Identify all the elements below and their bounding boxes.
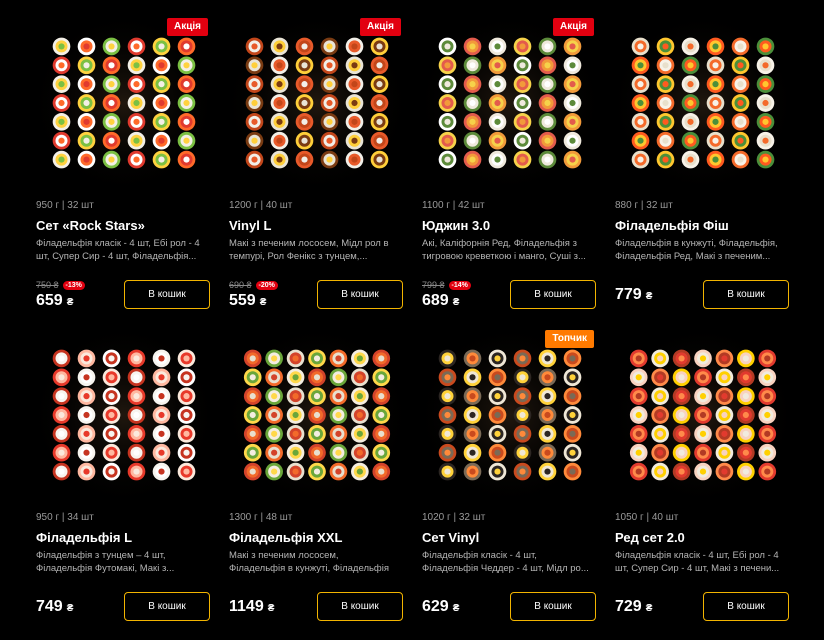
product-card[interactable]: 1050 г | 40 шт Ред сет 2.0 Філадельфія кла… [615, 330, 791, 630]
weight-count: 950 г | 32 шт [36, 200, 94, 211]
add-to-cart-button[interactable]: В кошик [317, 280, 403, 309]
product-description: Філадельфія класік - 4 шт, Ебі рол - 4 ш… [615, 550, 780, 574]
add-to-cart-button[interactable]: В кошик [124, 280, 210, 309]
currency-symbol: ₴ [645, 603, 653, 614]
price: 629 ₴ [422, 598, 460, 615]
product-card[interactable]: 950 г | 34 шт Філадельфія L Філадельфія з … [36, 330, 212, 630]
currency-symbol: ₴ [259, 297, 267, 308]
product-name[interactable]: Філадельфія Фіш [615, 218, 729, 233]
price: 689 ₴ [422, 292, 460, 309]
product-image[interactable] [229, 330, 405, 500]
promo-badge: Топчик [545, 330, 594, 348]
price: 559 ₴ [229, 292, 267, 309]
price: 659 ₴ [36, 292, 74, 309]
sushi-set-image [615, 18, 791, 188]
product-card[interactable]: Акція 1100 г | 42 шт Юджин 3.0 Акі, Каліфор… [422, 18, 598, 318]
product-card[interactable]: 880 г | 32 шт Філадельфія Фіш Філадельфія … [615, 18, 791, 318]
add-to-cart-button[interactable]: В кошик [124, 592, 210, 621]
weight-count: 1020 г | 32 шт [422, 512, 486, 523]
promo-badge: Акція [167, 18, 208, 36]
old-price-row: 750 ₴ -13% [36, 280, 85, 290]
sushi-set-image [422, 18, 598, 188]
product-name[interactable]: Філадельфія XXL [229, 530, 342, 545]
promo-badge: Акція [360, 18, 401, 36]
old-price-row: 799 ₴ -14% [422, 280, 471, 290]
old-price-row: 690 ₴ -20% [229, 280, 278, 290]
price: 779 ₴ [615, 286, 653, 303]
product-image[interactable] [422, 18, 598, 188]
currency-symbol: ₴ [267, 603, 275, 614]
sushi-set-image [422, 330, 598, 500]
add-to-cart-button[interactable]: В кошик [703, 280, 789, 309]
product-name[interactable]: Vinyl L [229, 218, 271, 233]
product-description: Філадельфія класік - 4 шт, Філадельфія Ч… [422, 550, 589, 574]
add-to-cart-button[interactable]: В кошик [317, 592, 403, 621]
product-description: Макі з печеним лососем, Мідл рол в темпу… [229, 238, 389, 262]
discount-badge: -20% [255, 280, 278, 290]
product-card[interactable]: Акція 1200 г | 40 шт Vinyl L Макі з печеним… [229, 18, 405, 318]
price: 729 ₴ [615, 598, 653, 615]
product-card[interactable]: 1300 г | 48 шт Філадельфія XXL Макі з пече… [229, 330, 405, 630]
product-card[interactable]: Топчик 1020 г | 32 шт Сет Vinyl Філадельфія… [422, 330, 598, 630]
product-image[interactable] [36, 330, 212, 500]
sushi-set-image [36, 18, 212, 188]
product-description: Акі, Каліфорнія Ред, Філадельфія з тигро… [422, 238, 586, 262]
weight-count: 1300 г | 48 шт [229, 512, 293, 523]
add-to-cart-button[interactable]: В кошик [510, 280, 596, 309]
currency-symbol: ₴ [66, 297, 74, 308]
product-name[interactable]: Юджин 3.0 [422, 218, 490, 233]
weight-count: 1100 г | 42 шт [422, 200, 485, 211]
product-image[interactable] [36, 18, 212, 188]
product-description: Макі з печеним лососем, Філадельфія в ку… [229, 550, 390, 574]
discount-badge: -14% [448, 280, 471, 290]
product-description: Філадельфія в кунжуті, Філадельфія, Філа… [615, 238, 778, 262]
product-name[interactable]: Сет «Rock Stars» [36, 218, 145, 233]
price: 1149 ₴ [229, 598, 275, 615]
product-image[interactable] [615, 330, 791, 500]
product-image[interactable] [615, 18, 791, 188]
product-description: Філадельфія з тунцем – 4 шт, Філадельфія… [36, 550, 175, 574]
product-name[interactable]: Філадельфія L [36, 530, 132, 545]
product-name[interactable]: Ред сет 2.0 [615, 530, 685, 545]
currency-symbol: ₴ [66, 603, 74, 614]
currency-symbol: ₴ [645, 291, 653, 302]
product-name[interactable]: Сет Vinyl [422, 530, 479, 545]
weight-count: 950 г | 34 шт [36, 512, 94, 523]
currency-symbol: ₴ [452, 297, 460, 308]
product-card[interactable]: Акція 950 г | 32 шт Сет «Rock Stars» Філаде… [36, 18, 212, 318]
product-image[interactable] [422, 330, 598, 500]
price: 749 ₴ [36, 598, 74, 615]
weight-count: 1050 г | 40 шт [615, 512, 679, 523]
sushi-set-image [36, 330, 212, 500]
discount-badge: -13% [62, 280, 85, 290]
currency-symbol: ₴ [452, 603, 460, 614]
product-image[interactable] [229, 18, 405, 188]
product-description: Філадельфія класік - 4 шт, Ебі рол - 4 ш… [36, 238, 200, 262]
promo-badge: Акція [553, 18, 594, 36]
weight-count: 880 г | 32 шт [615, 200, 673, 211]
sushi-set-image [229, 18, 405, 188]
add-to-cart-button[interactable]: В кошик [510, 592, 596, 621]
weight-count: 1200 г | 40 шт [229, 200, 293, 211]
sushi-set-image [229, 330, 405, 500]
old-price: 750 ₴ [36, 280, 59, 290]
add-to-cart-button[interactable]: В кошик [703, 592, 789, 621]
old-price: 690 ₴ [229, 280, 252, 290]
old-price: 799 ₴ [422, 280, 445, 290]
sushi-set-image [615, 330, 791, 500]
